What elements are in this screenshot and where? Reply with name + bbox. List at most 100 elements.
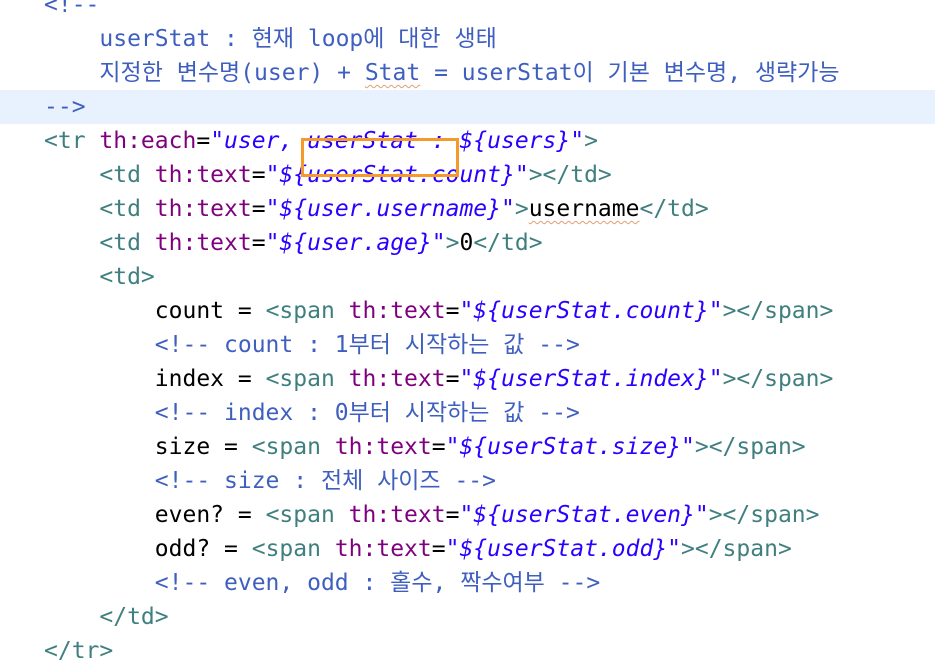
code-token: > <box>584 128 598 154</box>
code-line-text: odd? = <span th:text="${userStat.odd}"><… <box>44 532 792 566</box>
code-token: th:text <box>348 298 446 324</box>
code-token: th:text <box>348 502 446 528</box>
code-line[interactable]: <!-- count : 1부터 시작하는 값 --> <box>0 328 935 362</box>
code-token: = <box>251 196 266 222</box>
code-line[interactable]: 지정한 변수명(user) + Stat = userStat이 기본 변수명,… <box>0 56 935 90</box>
code-token: "${userStat.odd}" <box>445 536 682 562</box>
code-line[interactable]: <tr th:each="user, userStat : ${users}"> <box>0 124 935 158</box>
code-line-text: count = <span th:text="${userStat.count}… <box>44 294 834 328</box>
code-token: = <box>431 536 446 562</box>
code-token: Stat <box>364 60 421 86</box>
code-line-text: <!-- count : 1부터 시작하는 값 --> <box>44 328 580 362</box>
code-token: ></span> <box>694 434 806 460</box>
code-line-text: --> <box>44 90 86 124</box>
code-line[interactable]: </td> <box>0 600 935 634</box>
code-line[interactable]: </tr> <box>0 634 935 668</box>
code-line-text: 지정한 변수명(user) + Stat = userStat이 기본 변수명,… <box>44 56 840 90</box>
code-token: <span <box>265 298 349 324</box>
code-token: > <box>445 230 460 256</box>
code-token: 0 <box>459 230 474 256</box>
code-token: "${userStat.even}" <box>459 502 709 528</box>
code-line[interactable]: <td th:text="${user.username}">username<… <box>0 192 935 226</box>
code-line[interactable]: <td th:text="${userStat.count}"></td> <box>0 158 935 192</box>
code-line[interactable]: count = <span th:text="${userStat.count}… <box>0 294 935 328</box>
code-line-text: size = <span th:text="${userStat.size}">… <box>44 430 806 464</box>
code-token: "${userStat.size}" <box>445 434 695 460</box>
code-token: </td> <box>44 604 169 630</box>
code-token: size = <box>44 434 252 460</box>
code-token: ></span> <box>708 502 820 528</box>
code-token: "${userStat.index}" <box>459 366 723 392</box>
code-token: <span <box>251 434 335 460</box>
code-token: ></span> <box>681 536 792 562</box>
code-line-text: <!-- <box>44 0 99 22</box>
code-token: 지정한 변수명(user) + <box>44 60 365 86</box>
code-line[interactable]: <td> <box>0 260 935 294</box>
code-line-text: <td th:text="${userStat.count}"></td> <box>44 158 612 192</box>
code-token: = <box>431 434 446 460</box>
code-token: even? = <box>44 502 266 528</box>
code-token: odd? = <box>44 536 252 562</box>
code-token: <td> <box>44 264 155 290</box>
code-line-text: <td th:text="${user.age}">0</td> <box>44 226 543 260</box>
code-token: ></span> <box>722 298 834 324</box>
code-token: <td <box>44 230 155 256</box>
code-token: </td> <box>639 196 709 222</box>
code-token: th:text <box>154 162 252 188</box>
code-line[interactable]: <!-- even, odd : 홀수, 짝수여부 --> <box>0 566 935 600</box>
code-token: <span <box>251 536 335 562</box>
code-token: "${user.username}" <box>265 196 515 222</box>
code-token: "${userStat.count}" <box>265 162 529 188</box>
code-line-text: userStat : 현재 loop에 대한 생태 <box>44 22 497 56</box>
code-token: <span <box>265 502 349 528</box>
code-token: ></span> <box>722 366 834 392</box>
code-token: <!-- count : 1부터 시작하는 값 --> <box>44 332 580 358</box>
code-line[interactable]: <!-- <box>0 0 935 22</box>
code-token: "${userStat.count}" <box>459 298 723 324</box>
code-token: <span <box>265 366 349 392</box>
code-token: <!-- size : 전체 사이즈 --> <box>44 468 496 494</box>
code-token: > <box>514 196 529 222</box>
code-token: <td <box>44 196 155 222</box>
code-token: index = <box>44 366 266 392</box>
code-line[interactable]: --> <box>0 90 935 124</box>
code-line-text: even? = <span th:text="${userStat.even}"… <box>44 498 820 532</box>
code-token: </tr> <box>44 638 114 664</box>
code-line[interactable]: <!-- size : 전체 사이즈 --> <box>0 464 935 498</box>
code-token: th:text <box>154 230 252 256</box>
code-token: count = <box>44 298 266 324</box>
code-token: userStat : 현재 loop에 대한 생태 <box>44 26 497 52</box>
code-token: th:each <box>99 128 197 154</box>
code-line[interactable]: <td th:text="${user.age}">0</td> <box>0 226 935 260</box>
code-line[interactable]: index = <span th:text="${userStat.index}… <box>0 362 935 396</box>
code-token: <tr <box>44 128 100 154</box>
code-line[interactable]: <!-- index : 0부터 시작하는 값 --> <box>0 396 935 430</box>
code-token: = <box>445 502 460 528</box>
code-line-text: <td> <box>44 260 155 294</box>
code-token: = <box>251 162 266 188</box>
code-token: ></td> <box>528 162 612 188</box>
code-line[interactable]: size = <span th:text="${userStat.size}">… <box>0 430 935 464</box>
code-token: th:text <box>154 196 252 222</box>
code-token: = <box>445 298 460 324</box>
code-token: "${user.age}" <box>265 230 446 256</box>
code-token: <!-- even, odd : 홀수, 짝수여부 --> <box>44 570 601 596</box>
code-token: <!-- <box>44 0 100 18</box>
code-line-text: <!-- size : 전체 사이즈 --> <box>44 464 496 498</box>
code-token: = userStat이 기본 변수명, 생략가능 <box>420 60 840 86</box>
code-token: "user, userStat : ${users}" <box>210 128 585 154</box>
code-line[interactable]: odd? = <span th:text="${userStat.odd}"><… <box>0 532 935 566</box>
code-token: th:text <box>334 434 432 460</box>
code-token: <td <box>44 162 155 188</box>
code-line-text: <tr th:each="user, userStat : ${users}"> <box>44 124 598 158</box>
code-editor[interactable]: <!-- userStat : 현재 loop에 대한 생태 지정한 변수명(u… <box>0 0 935 669</box>
code-token: th:text <box>334 536 432 562</box>
code-line[interactable]: even? = <span th:text="${userStat.even}"… <box>0 498 935 532</box>
code-token: </td> <box>473 230 543 256</box>
code-token: --> <box>44 94 86 120</box>
code-line-text: <td th:text="${user.username}">username<… <box>44 192 709 226</box>
code-line[interactable]: userStat : 현재 loop에 대한 생태 <box>0 22 935 56</box>
code-token: = <box>196 128 211 154</box>
code-token: username <box>528 196 640 222</box>
code-token: <!-- index : 0부터 시작하는 값 --> <box>44 400 580 426</box>
